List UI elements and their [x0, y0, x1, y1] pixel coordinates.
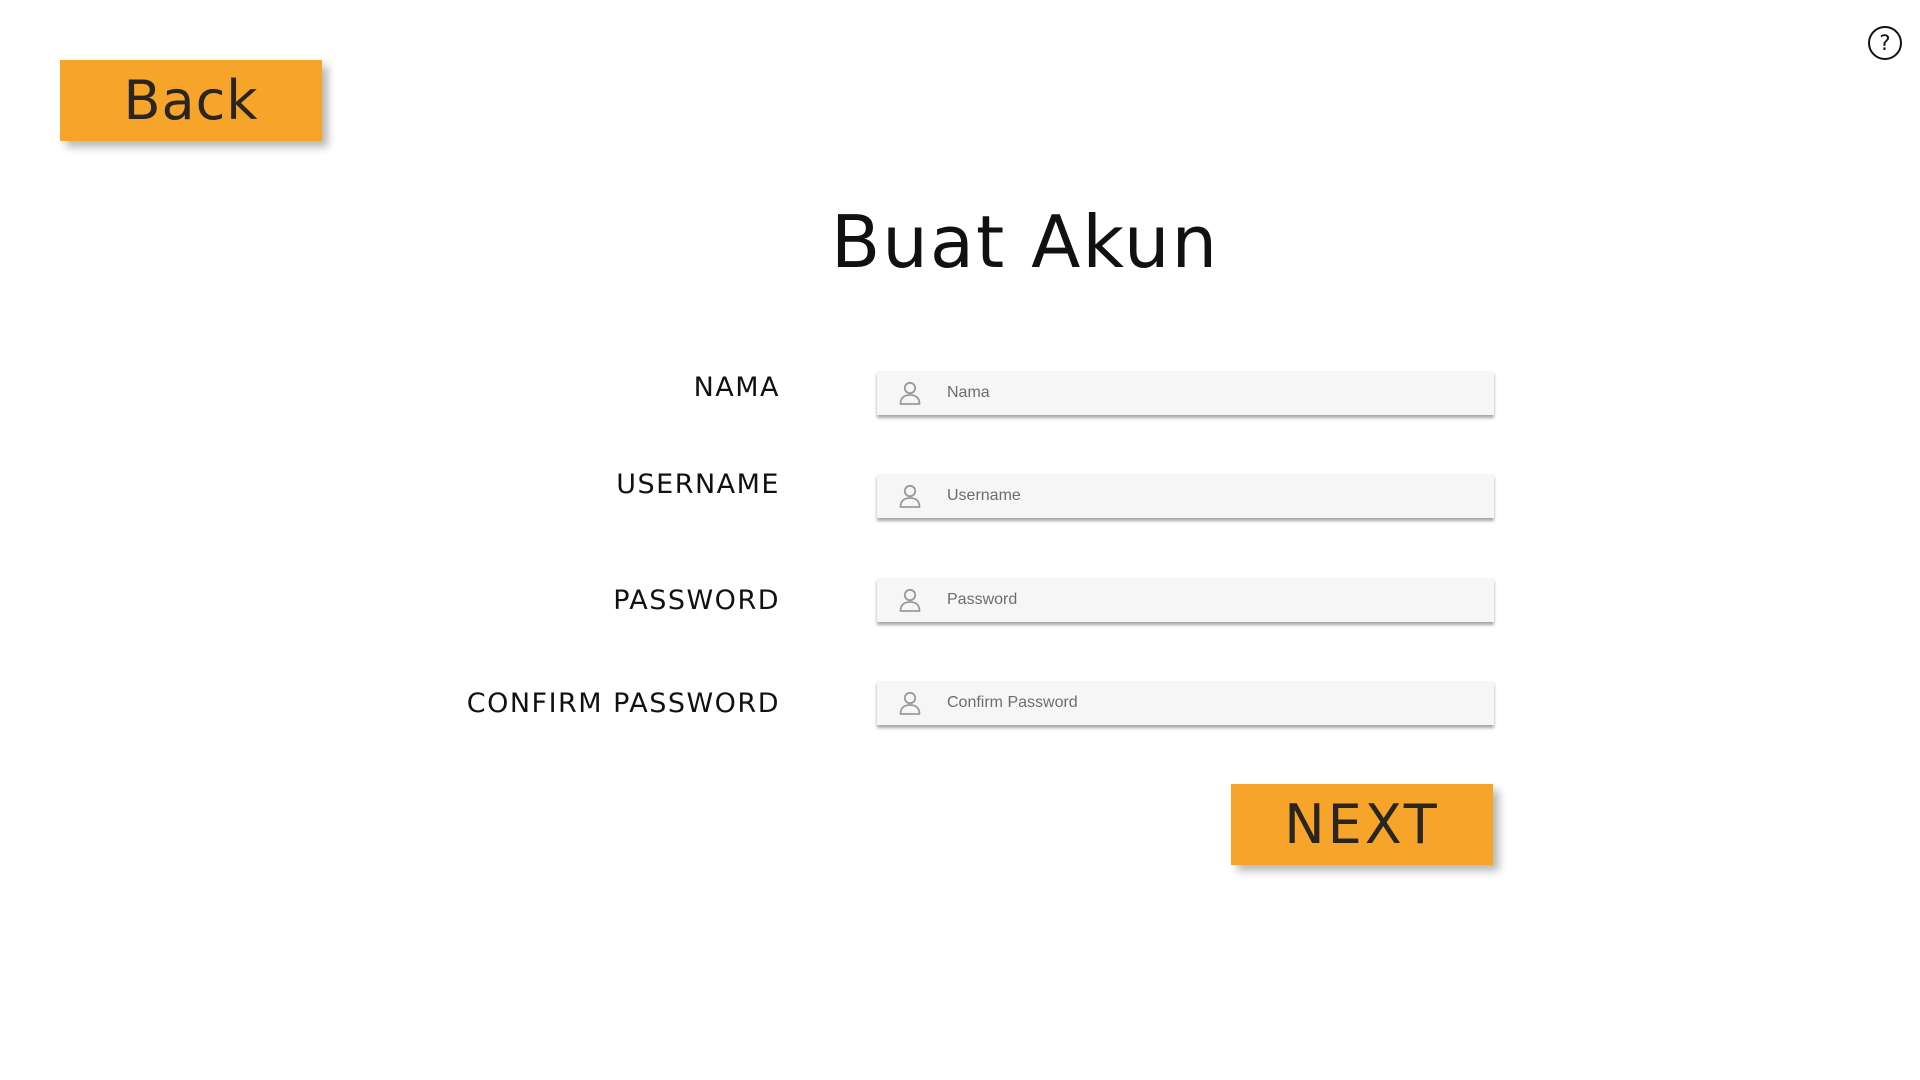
- confirm-password-field[interactable]: [877, 681, 1494, 725]
- nama-label: NAMA: [693, 372, 780, 403]
- user-icon: [899, 588, 921, 612]
- user-icon: [899, 381, 921, 405]
- username-field[interactable]: [877, 474, 1494, 518]
- create-account-page: Back ? Buat Akun NAMA USERNAME PASSWORD …: [0, 0, 1920, 1080]
- back-button-label: Back: [123, 69, 259, 132]
- question-circle-icon[interactable]: ?: [1868, 26, 1902, 60]
- password-label: PASSWORD: [613, 585, 780, 616]
- user-icon: [899, 691, 921, 715]
- back-button[interactable]: Back: [60, 60, 322, 141]
- password-input[interactable]: [947, 591, 1467, 609]
- user-icon: [899, 484, 921, 508]
- nama-input[interactable]: [947, 384, 1467, 402]
- confirm-password-label: CONFIRM PASSWORD: [466, 688, 780, 719]
- password-field[interactable]: [877, 578, 1494, 622]
- nama-field[interactable]: [877, 371, 1494, 415]
- page-title: Buat Akun: [830, 200, 1220, 284]
- username-input[interactable]: [947, 487, 1467, 505]
- next-button[interactable]: NEXT: [1231, 784, 1493, 865]
- confirm-password-input[interactable]: [947, 694, 1467, 712]
- username-label: USERNAME: [616, 469, 780, 500]
- next-button-label: NEXT: [1284, 793, 1440, 856]
